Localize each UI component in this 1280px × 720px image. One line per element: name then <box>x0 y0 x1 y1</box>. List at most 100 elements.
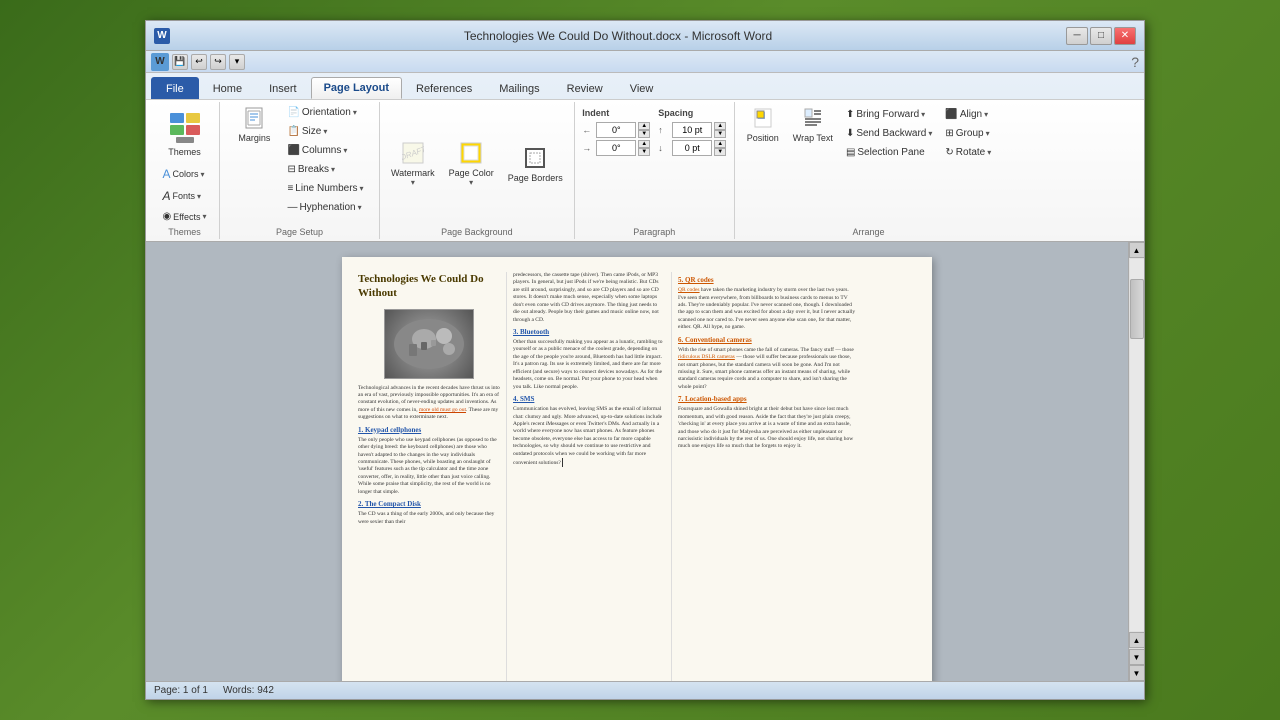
page-borders-button[interactable]: Page Borders <box>503 144 568 186</box>
scroll-page-down[interactable]: ▼ <box>1129 649 1145 665</box>
ribbon-group-themes: Themes A Colors ▾ A Fonts ▾ ◉ <box>150 102 220 239</box>
indent-right-row: → ▲ ▼ <box>582 140 650 156</box>
wrap-text-icon <box>803 107 823 132</box>
theme-colors-button[interactable]: A Colors ▾ <box>157 164 211 184</box>
tab-references[interactable]: References <box>403 77 485 99</box>
ribbon-group-paragraph: Indent ← ▲ ▼ → <box>575 102 735 239</box>
section3-title: 3. Bluetooth <box>513 328 665 337</box>
indent-left-spinners: ▲ ▼ <box>638 122 650 138</box>
wrap-text-button[interactable]: Wrap Text <box>788 104 838 146</box>
indent-left-label: ← <box>582 125 594 135</box>
spacing-heading: Spacing <box>658 108 726 118</box>
hyphenation-label: Hyphenation <box>299 202 355 213</box>
theme-effects-button[interactable]: ◉ Effects ▾ <box>157 208 211 225</box>
col1-link: more old must go out <box>419 407 466 413</box>
orientation-button[interactable]: 📄 Orientation ▾ <box>282 104 368 121</box>
maximize-button[interactable]: □ <box>1090 27 1112 45</box>
text-cursor <box>562 458 563 467</box>
group-button[interactable]: ⊞ Group ▾ <box>940 125 996 142</box>
theme-fonts-button[interactable]: A Fonts ▾ <box>157 186 211 206</box>
indent-left-up[interactable]: ▲ <box>638 122 650 130</box>
rotate-button[interactable]: ↻ Rotate ▾ <box>940 144 996 161</box>
vertical-scrollbar: ▲ ▲ ▼ ▼ <box>1128 242 1144 681</box>
indent-left-input[interactable] <box>596 122 636 138</box>
indent-right-down[interactable]: ▼ <box>638 148 650 156</box>
tab-review[interactable]: Review <box>554 77 616 99</box>
customize-qat-button[interactable]: ▾ <box>229 54 245 70</box>
margins-button[interactable]: Margins <box>230 104 278 146</box>
section1-text: The only people who use keypad cellphone… <box>358 437 500 496</box>
redo-button[interactable]: ↪ <box>210 54 226 70</box>
tab-mailings[interactable]: Mailings <box>486 77 552 99</box>
position-label: Position <box>747 133 779 143</box>
scroll-page-up[interactable]: ▲ <box>1129 632 1145 648</box>
save-button[interactable]: 💾 <box>172 54 188 70</box>
scrollbar-thumb[interactable] <box>1130 279 1144 339</box>
position-button[interactable]: Position <box>741 104 785 146</box>
line-numbers-button[interactable]: ≡ Line Numbers ▾ <box>282 180 368 197</box>
scroll-down-button[interactable]: ▼ <box>1129 665 1145 681</box>
section6-title: 6. Conventional cameras <box>678 336 856 345</box>
size-button[interactable]: 📋 Size ▾ <box>282 123 368 140</box>
page-color-button[interactable]: Page Color ▾ <box>444 139 499 190</box>
spacing-after-label: ↓ <box>658 143 670 153</box>
margins-icon <box>244 107 264 132</box>
document-scroll[interactable]: Technologies We Could Do Without <box>146 242 1128 681</box>
section5-title: 5. QR codes <box>678 276 856 285</box>
columns-button[interactable]: ⬛ Columns ▾ <box>282 142 368 159</box>
scrollbar-track[interactable] <box>1130 259 1144 631</box>
watermark-button[interactable]: DRAFT Watermark ▾ <box>386 139 440 190</box>
undo-button[interactable]: ↩ <box>191 54 207 70</box>
wrap-text-label: Wrap Text <box>793 133 833 143</box>
document-page: Technologies We Could Do Without <box>342 257 932 681</box>
send-backward-button[interactable]: ⬇ Send Backward ▾ <box>841 125 937 142</box>
minimize-button[interactable]: ─ <box>1066 27 1088 45</box>
close-button[interactable]: ✕ <box>1114 27 1136 45</box>
tab-insert[interactable]: Insert <box>256 77 310 99</box>
tab-home[interactable]: Home <box>200 77 255 99</box>
selection-pane-button[interactable]: ▤ Selection Pane <box>841 144 937 161</box>
section4-text: Communication has evolved, leaving SMS a… <box>513 406 665 467</box>
indent-right-up[interactable]: ▲ <box>638 140 650 148</box>
spacing-before-spinners: ▲ ▼ <box>714 122 726 138</box>
tab-view[interactable]: View <box>617 77 667 99</box>
tab-page-layout[interactable]: Page Layout <box>311 77 402 99</box>
title-bar: W Technologies We Could Do Without.docx … <box>146 21 1144 51</box>
spacing-before-down[interactable]: ▼ <box>714 130 726 138</box>
section6-text: With the rise of smart phones came the f… <box>678 347 856 392</box>
spacing-after-input[interactable] <box>672 140 712 156</box>
bring-forward-button[interactable]: ⬆ Bring Forward ▾ <box>841 106 937 123</box>
watermark-icon: DRAFT <box>402 142 424 167</box>
selection-pane-label: Selection Pane <box>857 147 924 158</box>
ribbon-tabs: File Home Insert Page Layout References … <box>146 73 1144 99</box>
document-image <box>384 309 474 379</box>
word-logo-button[interactable]: W <box>151 53 169 71</box>
indent-left-row: ← ▲ ▼ <box>582 122 650 138</box>
tab-file[interactable]: File <box>151 77 199 99</box>
window-controls: ─ □ ✕ <box>1066 27 1136 45</box>
spacing-after-row: ↓ ▲ ▼ <box>658 140 726 156</box>
page-background-group-content: DRAFT Watermark ▾ Page C <box>386 104 568 225</box>
page-content: Technologies We Could Do Without <box>342 257 932 681</box>
align-button[interactable]: ⬛ Align ▾ <box>940 106 996 123</box>
themes-icon <box>166 109 204 147</box>
spacing-before-up[interactable]: ▲ <box>714 122 726 130</box>
spacing-after-down[interactable]: ▼ <box>714 148 726 156</box>
scroll-up-button[interactable]: ▲ <box>1129 242 1145 258</box>
help-icon[interactable]: ? <box>1131 54 1139 70</box>
themes-button[interactable]: Themes <box>159 104 211 162</box>
section2-cont: predecessors, the cassette tape (shiver)… <box>513 272 665 324</box>
group-label: Group <box>956 128 984 139</box>
position-icon <box>753 107 773 132</box>
spacing-after-up[interactable]: ▲ <box>714 140 726 148</box>
spacing-before-input[interactable] <box>672 122 712 138</box>
indent-left-down[interactable]: ▼ <box>638 130 650 138</box>
indent-right-input[interactable] <box>596 140 636 156</box>
ribbon-content: Themes A Colors ▾ A Fonts ▾ ◉ <box>146 99 1144 241</box>
quick-access-toolbar: W 💾 ↩ ↪ ▾ ? <box>146 51 1144 73</box>
spacing-before-row: ↑ ▲ ▼ <box>658 122 726 138</box>
page-info: Page: 1 of 1 <box>154 685 208 696</box>
indent-group: Indent ← ▲ ▼ → <box>582 108 650 156</box>
hyphenation-button[interactable]: — Hyphenation ▾ <box>282 199 368 216</box>
breaks-button[interactable]: ⊟ Breaks ▾ <box>282 161 368 178</box>
